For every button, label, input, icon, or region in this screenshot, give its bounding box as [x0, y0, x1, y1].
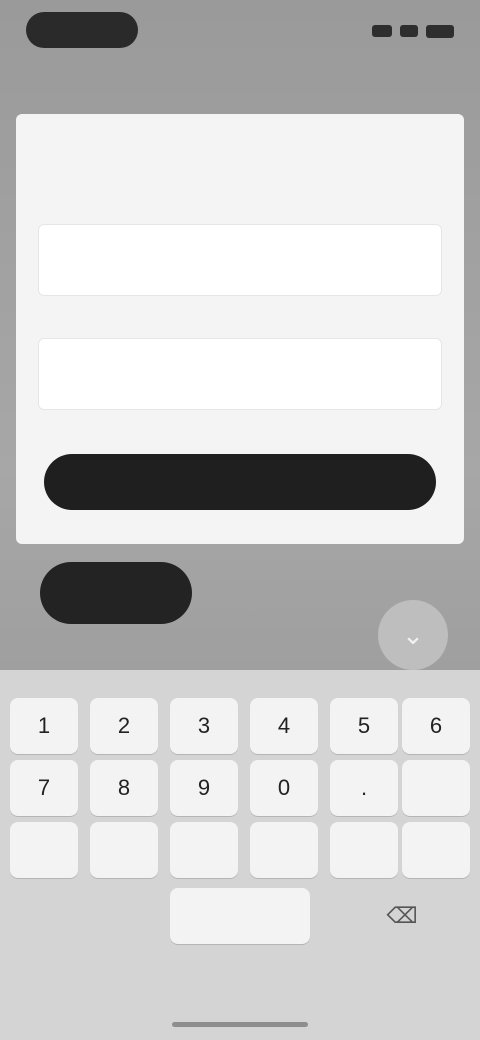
wifi-icon — [400, 25, 418, 37]
key-blank-1[interactable] — [402, 760, 470, 816]
backspace-key[interactable]: ⌫ — [368, 888, 436, 944]
key-1[interactable]: 1 — [10, 698, 78, 754]
key-4[interactable]: 4 — [250, 698, 318, 754]
key-decimal[interactable]: . — [330, 760, 398, 816]
backspace-icon: ⌫ — [386, 903, 418, 928]
key-9[interactable]: 9 — [170, 760, 238, 816]
confirm-button[interactable] — [44, 454, 436, 510]
page-title — [140, 86, 340, 104]
battery-icon — [426, 24, 454, 38]
key-0[interactable]: 0 — [250, 760, 318, 816]
key-blank-7[interactable] — [402, 822, 470, 878]
key-2[interactable]: 2 — [90, 698, 158, 754]
entry-modal — [16, 114, 464, 544]
key-blank-5[interactable] — [250, 822, 318, 878]
key-blank-2[interactable] — [10, 822, 78, 878]
signal-icon — [372, 25, 392, 37]
key-8[interactable]: 8 — [90, 760, 158, 816]
key-blank-3[interactable] — [90, 822, 158, 878]
pin-field[interactable] — [38, 338, 442, 410]
key-6[interactable]: 6 — [402, 698, 470, 754]
key-space[interactable] — [170, 888, 310, 944]
key-5[interactable]: 5 — [330, 698, 398, 754]
key-blank-6[interactable] — [330, 822, 398, 878]
key-7[interactable]: 7 — [10, 760, 78, 816]
key-3[interactable]: 3 — [170, 698, 238, 754]
status-icons — [372, 22, 454, 40]
status-bar — [0, 0, 480, 64]
status-time — [26, 12, 138, 48]
chevron-icon: ⌄ — [402, 619, 424, 650]
amount-field[interactable] — [38, 224, 442, 296]
numeric-keypad: 1 2 3 4 5 6 7 8 9 0 . ⌫ — [0, 670, 480, 1040]
key-blank-4[interactable] — [170, 822, 238, 878]
round-action-button[interactable]: ⌄ — [378, 600, 448, 670]
secondary-button[interactable] — [40, 562, 192, 624]
home-indicator[interactable] — [172, 1022, 308, 1027]
